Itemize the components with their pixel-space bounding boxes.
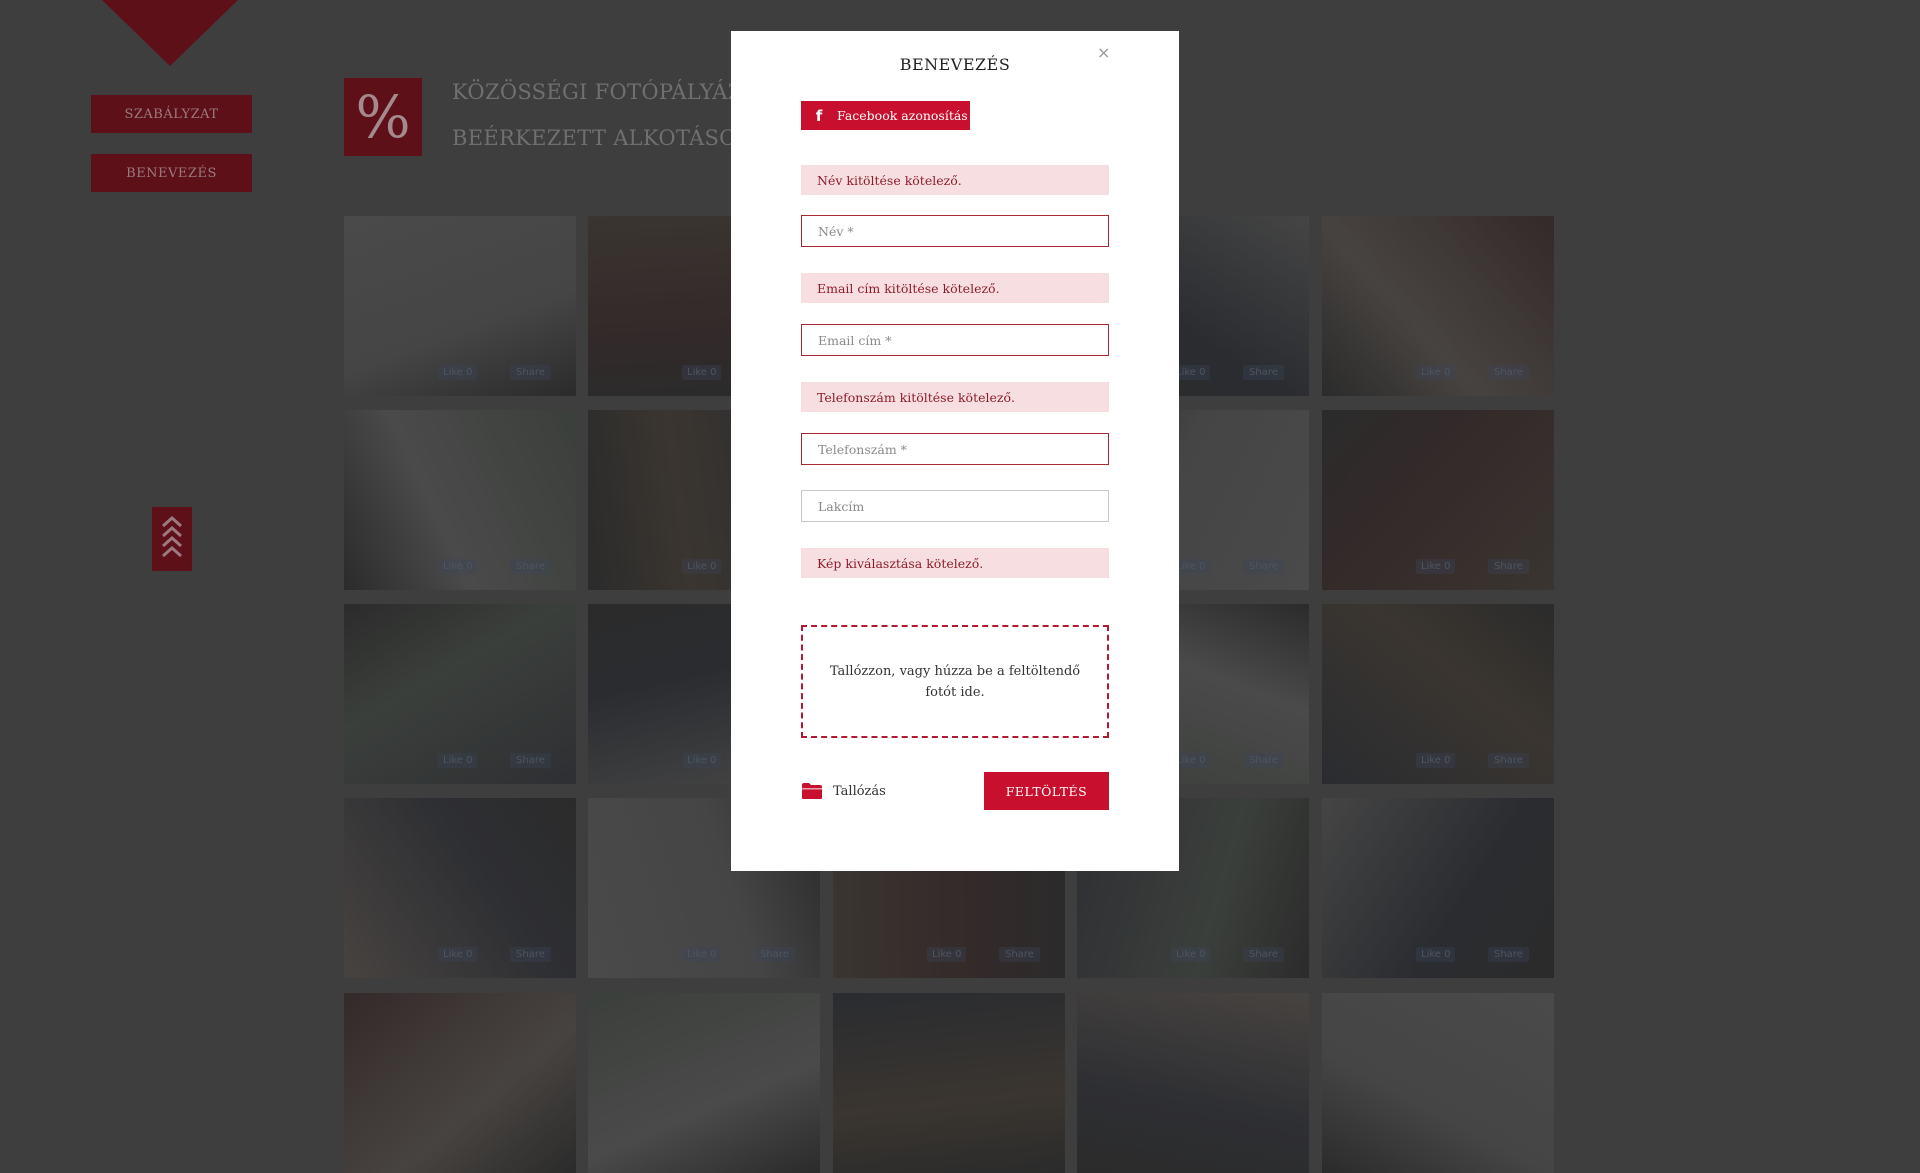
gallery-photo-tile[interactable]: Like 0 Share <box>344 410 576 590</box>
like-button[interactable]: Like 0 <box>1171 947 1211 962</box>
like-button[interactable]: Like 0 <box>682 365 722 380</box>
gallery-photo-tile[interactable]: Like 0 Share <box>1322 216 1554 396</box>
page-title: KÖZÖSSÉGI FOTÓPÁLYÁZ <box>452 80 743 104</box>
share-button[interactable]: Share <box>510 559 551 574</box>
phone-field[interactable] <box>801 433 1109 465</box>
facebook-icon: f <box>815 106 823 125</box>
gallery-photo-tile[interactable] <box>588 993 820 1173</box>
share-button[interactable]: Share <box>1488 559 1529 574</box>
gallery-photo-tile[interactable]: Like 0 Share <box>1322 798 1554 978</box>
gallery-photo-tile[interactable]: Like 0 Share <box>344 216 576 396</box>
top-ribbon <box>102 0 238 66</box>
share-button[interactable]: Share <box>1243 365 1284 380</box>
like-button[interactable]: Like 0 <box>927 947 967 962</box>
share-button[interactable]: Share <box>1243 559 1284 574</box>
address-field[interactable] <box>801 490 1109 522</box>
browse-button[interactable]: Tallózás <box>801 779 886 803</box>
browse-label: Tallózás <box>833 783 886 799</box>
like-button[interactable]: Like 0 <box>438 559 478 574</box>
share-button[interactable]: Share <box>1243 947 1284 962</box>
page-subtitle: BEÉRKEZETT ALKOTÁSO <box>452 126 737 150</box>
share-button[interactable]: Share <box>999 947 1040 962</box>
chevrons-up-icon <box>162 515 182 558</box>
share-button[interactable]: Share <box>1488 753 1529 768</box>
gallery-photo-tile[interactable] <box>1077 993 1309 1173</box>
like-button[interactable]: Like 0 <box>1416 365 1456 380</box>
upload-button[interactable]: FELTÖLTÉS <box>984 772 1109 810</box>
like-button[interactable]: Like 0 <box>438 365 478 380</box>
gallery-photo-tile[interactable] <box>833 993 1065 1173</box>
gallery-photo-tile[interactable]: Like 0 Share <box>1322 410 1554 590</box>
like-button[interactable]: Like 0 <box>1416 559 1456 574</box>
share-button[interactable]: Share <box>1243 753 1284 768</box>
like-button[interactable]: Like 0 <box>1416 753 1456 768</box>
share-button[interactable]: Share <box>1488 947 1529 962</box>
contest-logo: % <box>344 78 422 156</box>
gallery-photo-tile[interactable] <box>1322 993 1554 1173</box>
share-button[interactable]: Share <box>1488 365 1529 380</box>
like-button[interactable]: Like 0 <box>438 947 478 962</box>
gallery-photo-tile[interactable]: Like 0 Share <box>344 798 576 978</box>
rules-button[interactable]: SZABÁLYZAT <box>91 95 252 133</box>
modal-title: BENEVEZÉS <box>899 55 1011 74</box>
entry-button[interactable]: BENEVEZÉS <box>91 154 252 192</box>
phone-error-message: Telefonszám kitöltése kötelező. <box>801 382 1109 412</box>
email-error-message: Email cím kitöltése kötelező. <box>801 273 1109 303</box>
scroll-to-top-button[interactable] <box>152 507 192 571</box>
like-button[interactable]: Like 0 <box>682 947 722 962</box>
dropzone-text: Tallózzon, vagy húzza be a feltöltendő f… <box>829 663 1081 700</box>
folder-icon <box>802 783 822 799</box>
email-field[interactable] <box>801 324 1109 356</box>
photo-dropzone[interactable]: Tallózzon, vagy húzza be a feltöltendő f… <box>801 625 1109 738</box>
gallery-photo-tile[interactable] <box>344 993 576 1173</box>
gallery-photo-tile[interactable]: Like 0 Share <box>344 604 576 784</box>
facebook-login-button[interactable]: f Facebook azonosítás <box>801 101 970 130</box>
share-button[interactable]: Share <box>510 365 551 380</box>
name-error-message: Név kitöltése kötelező. <box>801 165 1109 195</box>
like-button[interactable]: Like 0 <box>682 753 722 768</box>
name-field[interactable] <box>801 215 1109 247</box>
share-button[interactable]: Share <box>510 753 551 768</box>
like-button[interactable]: Like 0 <box>438 753 478 768</box>
share-button[interactable]: Share <box>754 947 795 962</box>
gallery-photo-tile[interactable]: Like 0 Share <box>1322 604 1554 784</box>
entry-modal: BENEVEZÉS × f Facebook azonosítás Név ki… <box>731 31 1179 871</box>
image-error-message: Kép kiválasztása kötelező. <box>801 548 1109 578</box>
like-button[interactable]: Like 0 <box>682 559 722 574</box>
like-button[interactable]: Like 0 <box>1416 947 1456 962</box>
share-button[interactable]: Share <box>510 947 551 962</box>
facebook-login-label: Facebook azonosítás <box>837 108 968 123</box>
close-icon[interactable]: × <box>1097 43 1110 62</box>
